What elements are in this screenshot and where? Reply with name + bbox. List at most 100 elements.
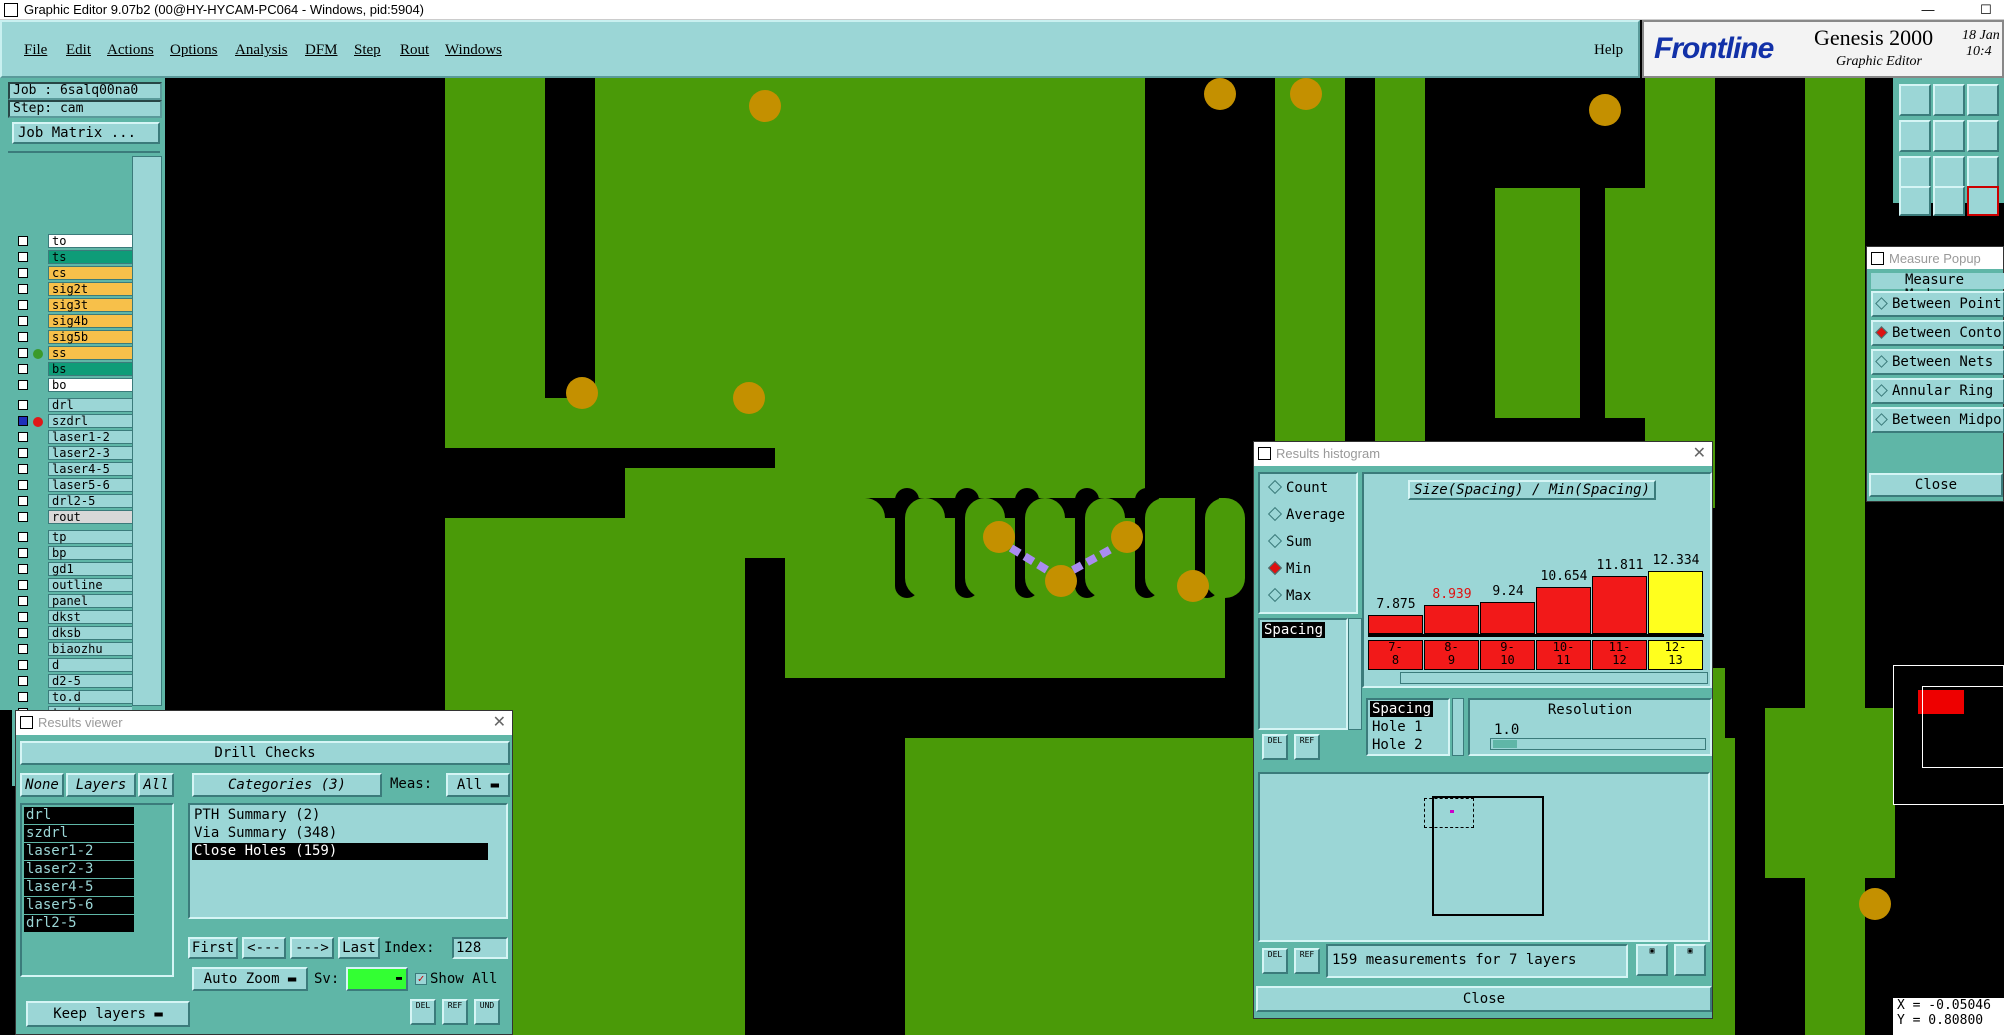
layer-row[interactable]: bo [12,378,132,392]
layer-checkbox[interactable] [18,596,28,606]
layer-name[interactable]: sig3t [48,298,132,312]
mode-radio-max[interactable]: Max [1267,587,1311,604]
layer-name[interactable]: gd1 [48,562,132,576]
mode-radio-count[interactable]: Count [1267,479,1328,496]
property-list[interactable]: Spacing Hole 1 Hole 2 [1366,698,1450,756]
menu-options[interactable]: Options [170,42,218,59]
layer-name[interactable]: sig2t [48,282,132,296]
layer-checkbox[interactable] [18,252,28,262]
minimize-button[interactable]: — [1914,0,1942,20]
bin-label[interactable]: 9- 10 [1480,640,1535,670]
layer-name[interactable]: panel [48,594,132,608]
layer-checkbox[interactable] [18,496,28,506]
histogram-bar[interactable] [1480,601,1535,634]
next-button[interactable]: ---> [290,937,334,959]
layer-name[interactable]: rout [48,510,132,524]
layer-checkbox[interactable] [18,448,28,458]
bin-label[interactable]: 12- 13 [1648,640,1703,670]
mode-radio-min[interactable]: Min [1267,560,1311,577]
categories-button[interactable]: Categories (3) [192,773,382,797]
histogram-bar[interactable] [1368,615,1423,634]
layer-checkbox[interactable] [18,548,28,558]
histogram-bar[interactable] [1592,575,1647,634]
layer-name[interactable]: outline [48,578,132,592]
layer-name[interactable]: bs [48,362,132,376]
property-item[interactable]: Hole 2 [1370,737,1425,753]
ref-icon[interactable]: REF [442,999,468,1025]
layer-name[interactable]: laser5-6 [48,478,132,492]
layer-checkbox[interactable] [18,432,28,442]
layer-checkbox[interactable] [18,236,28,246]
layer-list-item[interactable]: laser2-3 [24,861,134,878]
pan-icon[interactable] [1933,156,1965,188]
layer-checkbox[interactable] [18,348,28,358]
grid-icon[interactable] [1933,186,1965,216]
layer-list-item[interactable]: szdrl [24,825,134,842]
attribute-selected[interactable]: Spacing [1262,622,1326,638]
layer-checkbox[interactable] [18,268,28,278]
layer-name[interactable]: szdrl [48,414,132,428]
layer-row[interactable]: sig4b [12,314,132,328]
minimap[interactable] [1893,665,2004,805]
resolution-slider[interactable] [1490,738,1706,750]
menu-actions[interactable]: Actions [107,42,154,59]
index-input[interactable]: 128 [452,937,508,959]
layer-checkbox[interactable] [18,300,28,310]
layer-row[interactable]: bp [12,546,132,560]
tool-icon-1[interactable] [1899,84,1931,116]
category-list-item[interactable]: Close Holes (159) [192,843,488,860]
layer-row[interactable]: szdrl [12,414,132,428]
print-icon[interactable]: ▣ [1674,944,1706,976]
layer-name[interactable]: dkst [48,610,132,624]
layer-checkbox[interactable] [18,612,28,622]
layer-checkbox[interactable] [18,564,28,574]
layer-row[interactable]: gd1 [12,562,132,576]
layer-checkbox[interactable] [18,628,28,638]
layer-row[interactable]: tp [12,530,132,544]
undo-icon[interactable]: UND [474,999,500,1025]
layer-checkbox[interactable] [18,660,28,670]
layer-row[interactable]: sig2t [12,282,132,296]
menu-rout[interactable]: Rout [400,42,429,59]
layer-name[interactable]: bo [48,378,132,392]
layer-checkbox[interactable] [18,364,28,374]
layer-checkbox[interactable] [18,464,28,474]
measure-close-button[interactable]: Close [1869,473,2003,497]
tab-all[interactable]: All [138,773,174,797]
sv-color-select[interactable]: ▬ [346,967,408,991]
layer-checkbox[interactable] [18,400,28,410]
layer-list-item[interactable]: drl [24,807,134,824]
tab-layers[interactable]: Layers [66,773,136,797]
mode-radio-average[interactable]: Average [1267,506,1345,523]
layer-name[interactable]: laser2-3 [48,446,132,460]
categories-list[interactable]: PTH Summary (2) Via Summary (348) Close Ho… [188,803,508,919]
layer-checkbox[interactable] [18,316,28,326]
tool-icon-10[interactable] [1899,186,1931,216]
layer-name[interactable]: to.d [48,690,132,704]
measure-option[interactable]: Between Point [1871,291,2004,317]
layer-row[interactable]: to.d [12,690,132,704]
graphic-preview[interactable] [1258,772,1710,942]
category-list-item[interactable]: Via Summary (348) [192,825,488,842]
close-icon[interactable]: ✕ [493,711,506,734]
tool-icon-2[interactable] [1933,84,1965,116]
layer-row[interactable]: drl [12,398,132,412]
layer-name[interactable]: ts [48,250,132,264]
measure-option[interactable]: Annular Ring [1871,378,2004,404]
layer-row[interactable]: laser5-6 [12,478,132,492]
layer-row[interactable]: sig5b [12,330,132,344]
measure-option[interactable]: Between Nets [1871,349,2004,375]
layer-name[interactable]: laser4-5 [48,462,132,476]
layer-row[interactable]: drl2-5 [12,494,132,508]
layer-row[interactable]: outline [12,578,132,592]
export-icon[interactable]: ▣ [1636,944,1668,976]
layer-row[interactable]: laser4-5 [12,462,132,476]
auto-zoom-select[interactable]: Auto Zoom ▬ [192,967,308,991]
fit-icon[interactable] [1899,156,1931,188]
del-icon[interactable]: DEL [410,999,436,1025]
histogram-close-button[interactable]: Close [1256,986,1712,1012]
menu-step[interactable]: Step [354,42,381,59]
close-icon[interactable]: ✕ [1693,442,1706,465]
property-item[interactable]: Hole 1 [1370,719,1425,735]
layer-checkbox[interactable] [18,532,28,542]
